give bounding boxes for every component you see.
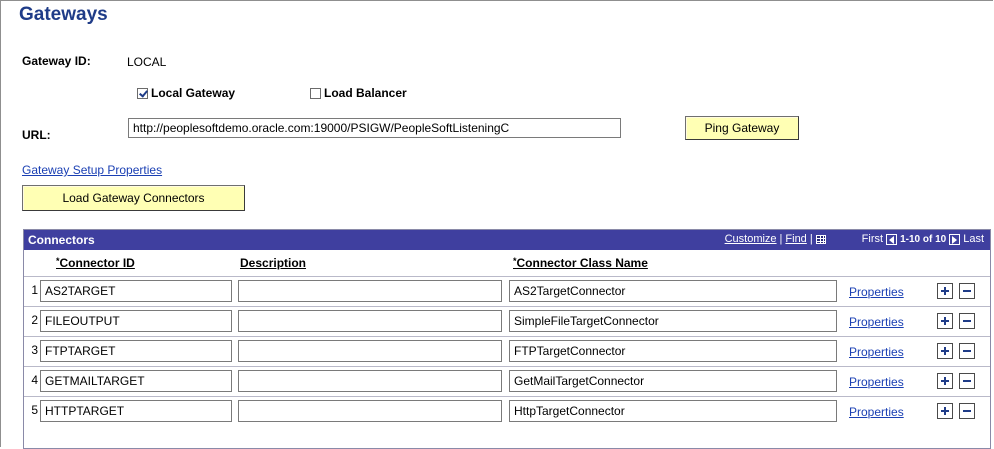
- gateway-id-label: Gateway ID:: [22, 54, 91, 68]
- first-label[interactable]: First: [862, 233, 883, 245]
- delete-row-icon[interactable]: [959, 283, 975, 299]
- description-input[interactable]: [238, 310, 502, 332]
- properties-link[interactable]: Properties: [849, 405, 904, 419]
- grid-header: Connectors Customize | Find | First 1-10…: [24, 230, 990, 250]
- connector-class-name-input[interactable]: [509, 280, 837, 302]
- connectors-grid: Connectors Customize | Find | First 1-10…: [23, 229, 991, 449]
- gateway-setup-properties-link[interactable]: Gateway Setup Properties: [22, 163, 162, 177]
- load-gateway-connectors-button[interactable]: Load Gateway Connectors: [22, 185, 245, 211]
- toolbar-separator: |: [809, 233, 813, 245]
- local-gateway-checkbox[interactable]: Local Gateway: [137, 86, 235, 100]
- description-input[interactable]: [238, 370, 502, 392]
- description-input[interactable]: [238, 400, 502, 422]
- page-title: Gateways: [19, 4, 108, 25]
- add-row-icon[interactable]: [937, 343, 953, 359]
- properties-link[interactable]: Properties: [849, 345, 904, 359]
- grid-title: Connectors: [28, 233, 95, 247]
- column-header-description[interactable]: Description: [240, 256, 306, 270]
- grid-toolbar: Customize | Find | First 1-10 of 10 Last: [725, 233, 984, 245]
- download-grid-icon[interactable]: [815, 234, 826, 244]
- connector-id-input[interactable]: [40, 370, 232, 392]
- customize-link[interactable]: Customize: [725, 233, 777, 245]
- add-row-icon[interactable]: [937, 313, 953, 329]
- column-header-connector-id[interactable]: *Connector ID: [56, 256, 135, 270]
- connector-id-input[interactable]: [40, 280, 232, 302]
- row-number: 4: [31, 373, 38, 387]
- last-label[interactable]: Last: [963, 233, 984, 245]
- gateway-id-value: LOCAL: [127, 55, 167, 69]
- load-balancer-checkbox[interactable]: Load Balancer: [310, 86, 407, 100]
- row-number: 2: [31, 313, 38, 327]
- url-input[interactable]: [128, 118, 621, 138]
- row-divider: [24, 366, 990, 367]
- row-range: 1-10 of 10: [900, 233, 947, 245]
- connector-class-name-input[interactable]: [509, 400, 837, 422]
- column-header-class-name-label: Connector Class Name: [516, 256, 648, 270]
- load-balancer-label: Load Balancer: [324, 86, 407, 100]
- add-row-icon[interactable]: [937, 283, 953, 299]
- properties-link[interactable]: Properties: [849, 285, 904, 299]
- connector-class-name-input[interactable]: [509, 340, 837, 362]
- local-gateway-check-icon[interactable]: [137, 87, 148, 99]
- connector-id-input[interactable]: [40, 340, 232, 362]
- url-label: URL:: [22, 128, 51, 142]
- previous-row-icon[interactable]: [886, 233, 898, 245]
- description-input[interactable]: [238, 280, 502, 302]
- connector-class-name-input[interactable]: [509, 370, 837, 392]
- add-row-icon[interactable]: [937, 373, 953, 389]
- load-balancer-check-icon[interactable]: [310, 87, 321, 99]
- find-link[interactable]: Find: [785, 233, 806, 245]
- row-number: 3: [31, 343, 38, 357]
- next-row-icon[interactable]: [949, 233, 961, 245]
- connector-id-input[interactable]: [40, 400, 232, 422]
- row-number: 1: [31, 283, 38, 297]
- delete-row-icon[interactable]: [959, 403, 975, 419]
- row-divider: [24, 336, 990, 337]
- properties-link[interactable]: Properties: [849, 375, 904, 389]
- column-header-class-name[interactable]: *Connector Class Name: [513, 256, 648, 270]
- ping-gateway-button[interactable]: Ping Gateway: [685, 116, 799, 140]
- delete-row-icon[interactable]: [959, 343, 975, 359]
- toolbar-separator: |: [779, 233, 783, 245]
- connector-class-name-input[interactable]: [509, 310, 837, 332]
- row-divider: [24, 396, 990, 397]
- connector-id-input[interactable]: [40, 310, 232, 332]
- properties-link[interactable]: Properties: [849, 315, 904, 329]
- delete-row-icon[interactable]: [959, 313, 975, 329]
- row-divider: [24, 276, 990, 277]
- column-header-connector-id-label: Connector ID: [59, 256, 135, 270]
- local-gateway-label: Local Gateway: [151, 86, 236, 100]
- row-number: 5: [31, 403, 38, 417]
- row-divider: [24, 306, 990, 307]
- add-row-icon[interactable]: [937, 403, 953, 419]
- description-input[interactable]: [238, 340, 502, 362]
- delete-row-icon[interactable]: [959, 373, 975, 389]
